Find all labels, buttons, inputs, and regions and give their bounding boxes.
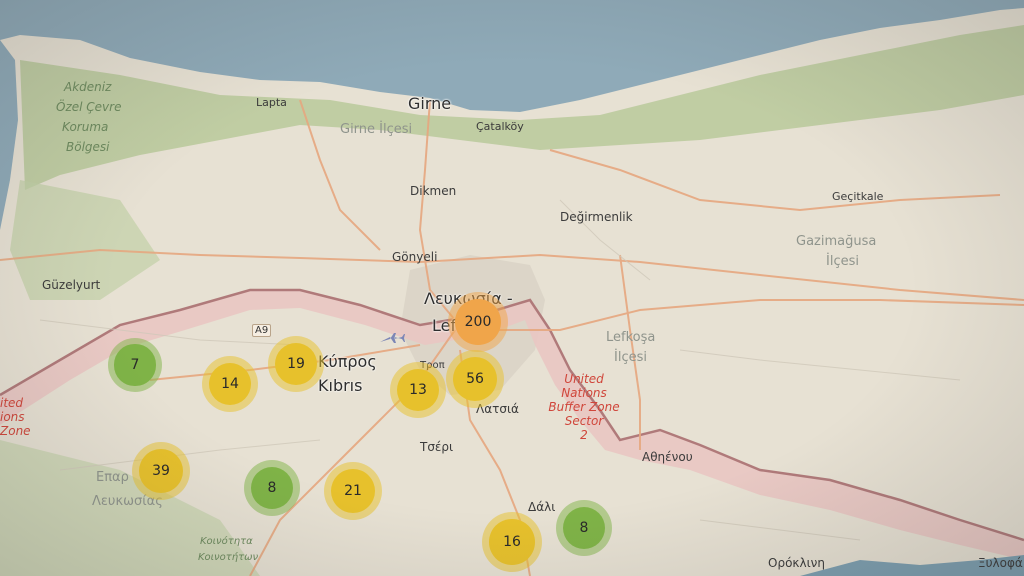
label-akdeniz-4: Bölgesi xyxy=(66,140,110,154)
label-un-line-1: United xyxy=(564,372,604,386)
label-lefkosa-ilcesi-2: İlçesi xyxy=(614,350,647,365)
label-un-line-4: Sector xyxy=(564,414,604,428)
cluster-count: 7 xyxy=(114,344,156,386)
label-koinotita-1: Κοινότητα xyxy=(200,536,253,547)
marker-cluster[interactable]: 16 xyxy=(482,512,542,572)
label-un-buffer-zone: United Nations Buffer Zone Sector 2 xyxy=(538,372,630,442)
label-un-left: ited ions Zone xyxy=(0,396,31,438)
marker-cluster[interactable]: 21 xyxy=(324,462,382,520)
label-akdeniz-1: Akdeniz xyxy=(64,80,112,94)
label-kibris-greek: Κύπρος xyxy=(318,352,377,371)
marker-cluster[interactable]: 39 xyxy=(132,442,190,500)
cluster-count: 21 xyxy=(330,468,376,514)
marker-cluster[interactable]: 19 xyxy=(268,336,324,392)
marker-cluster[interactable]: 13 xyxy=(390,362,446,418)
label-tseri: Τσέρι xyxy=(420,440,454,454)
label-un-left-3: Zone xyxy=(0,424,31,438)
label-eparchia-1: Επαρ xyxy=(96,470,129,485)
label-xylofagou: Ξυλοφά xyxy=(978,556,1023,570)
marker-cluster[interactable]: 56 xyxy=(446,350,504,408)
cluster-count: 200 xyxy=(455,299,501,345)
label-lefkosa-ilcesi-1: Lefkoşa xyxy=(606,330,656,345)
label-guzelyurt: Güzelyurt xyxy=(42,278,101,292)
cluster-count: 56 xyxy=(452,356,498,402)
cluster-count: 13 xyxy=(396,368,440,412)
marker-cluster[interactable]: 8 xyxy=(244,460,300,516)
label-gecitkale: Geçitkale xyxy=(832,190,884,203)
marker-cluster[interactable]: 14 xyxy=(202,356,258,412)
label-kibris-turkish: Kıbrıs xyxy=(318,376,363,395)
label-akdeniz-2: Özel Çevre xyxy=(56,100,122,114)
label-girne: Girne xyxy=(408,94,452,113)
label-koinotita-2: Κοινοτήτων xyxy=(198,552,259,563)
label-un-left-1: ited xyxy=(0,396,24,410)
label-un-line-2: Nations xyxy=(561,386,607,400)
map-canvas[interactable]: Girne Girne İlçesi Lapta Çatalköy Dikmen… xyxy=(0,0,1024,576)
label-gazimagusa-ilcesi: İlçesi xyxy=(826,254,859,269)
cluster-count: 14 xyxy=(208,362,252,406)
cluster-count: 8 xyxy=(250,466,294,510)
label-un-left-2: ions xyxy=(0,410,25,424)
marker-cluster[interactable]: 200 xyxy=(448,292,508,352)
label-gazimagusa: Gazimağusa xyxy=(796,234,877,249)
label-dikmen: Dikmen xyxy=(410,184,457,198)
label-akdeniz-3: Koruma xyxy=(62,120,109,134)
label-lapta: Lapta xyxy=(256,96,287,109)
cluster-count: 8 xyxy=(562,506,606,550)
label-un-line-3: Buffer Zone xyxy=(548,400,620,414)
label-catalkoy: Çatalköy xyxy=(476,120,524,133)
label-un-line-5: 2 xyxy=(580,428,588,442)
marker-cluster[interactable]: 8 xyxy=(556,500,612,556)
cluster-count: 16 xyxy=(489,519,535,565)
cluster-count: 19 xyxy=(274,342,318,386)
cluster-count: 39 xyxy=(138,448,184,494)
label-athienou: Αθηένου xyxy=(642,450,693,464)
label-degirmenlik: Değirmenlik xyxy=(560,210,633,224)
label-girne-ilcesi: Girne İlçesi xyxy=(340,122,413,137)
label-orokline: Ορόκλινη xyxy=(768,556,825,570)
marker-cluster[interactable]: 7 xyxy=(108,338,162,392)
road-shield-a9: A9 xyxy=(252,324,272,337)
label-dali: Δάλι xyxy=(528,500,556,514)
label-gonyeli: Gönyeli xyxy=(392,250,438,264)
